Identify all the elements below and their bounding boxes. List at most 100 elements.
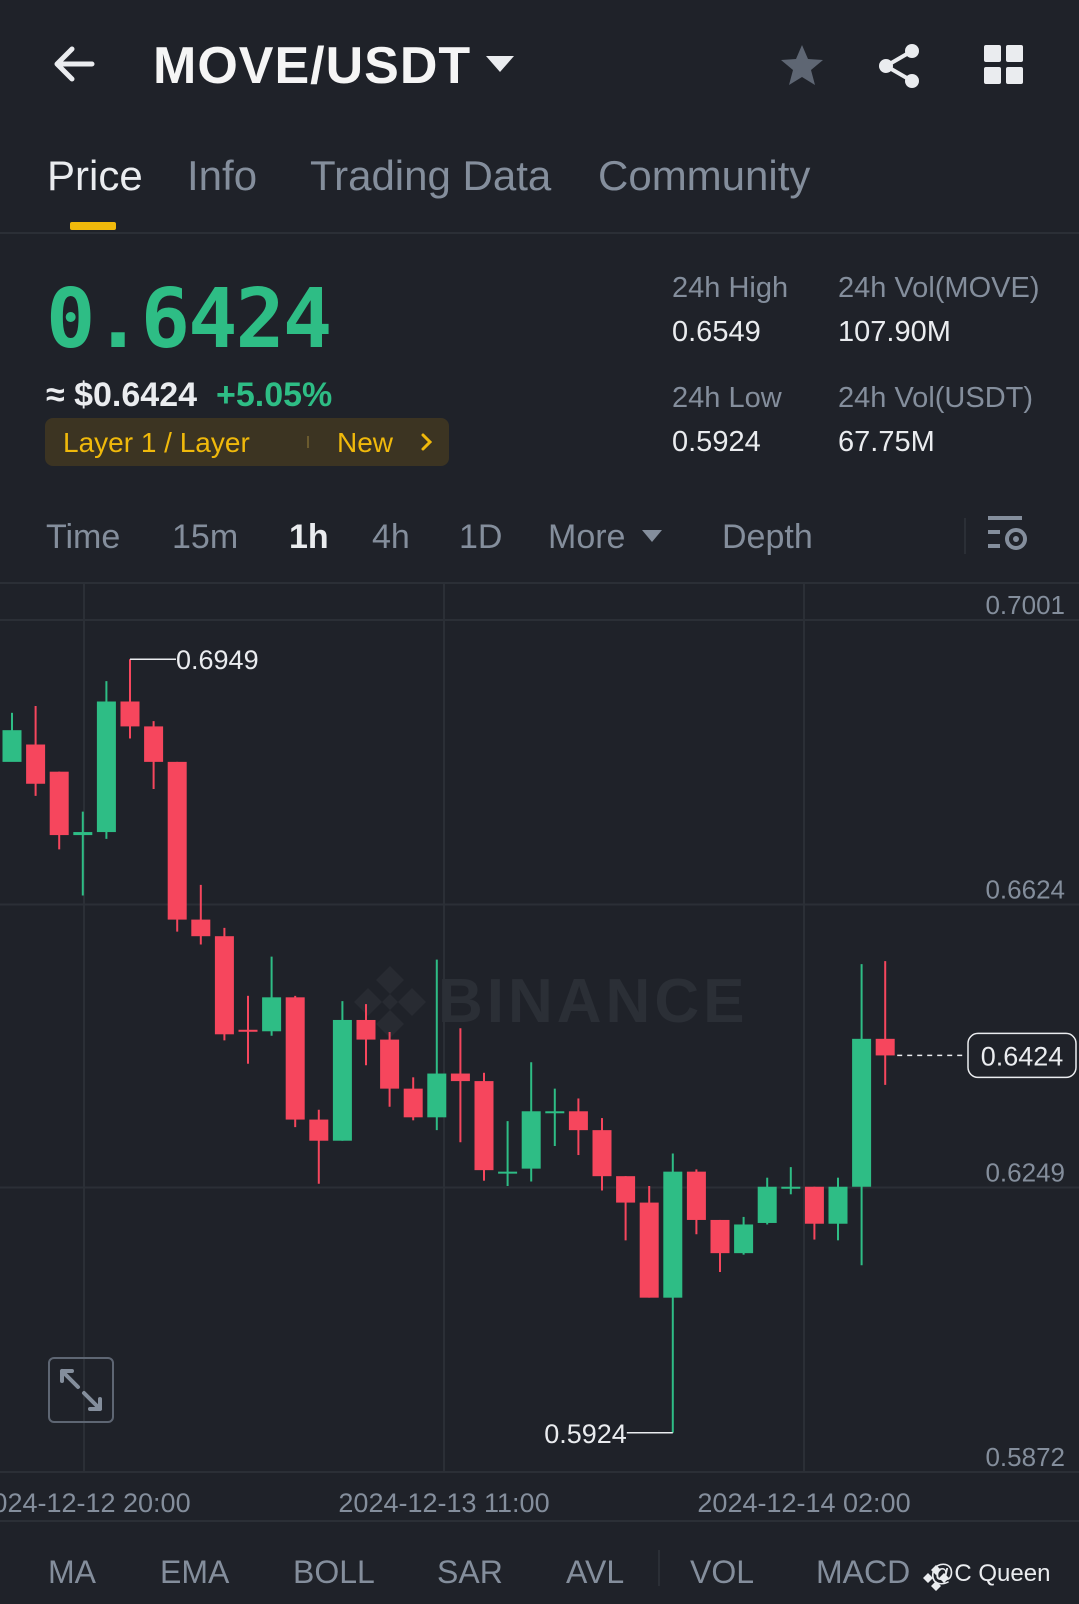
high-label: 24h High (672, 272, 789, 304)
last-price-label: 0.6424 (981, 1041, 1064, 1071)
x-tick-label: 2024-12-12 20:00 (0, 1488, 191, 1518)
tf-1d[interactable]: 1D (459, 518, 502, 557)
candle-body (309, 1119, 329, 1141)
divider (658, 1550, 660, 1586)
candle (781, 1167, 801, 1195)
candle (757, 1177, 777, 1225)
tab-price[interactable]: Price (47, 152, 143, 200)
grid-menu-icon[interactable] (983, 44, 1025, 86)
candle (828, 1177, 848, 1241)
candle (521, 1062, 541, 1182)
tf-more[interactable]: More (548, 518, 625, 557)
divider (0, 232, 1079, 234)
candle (238, 995, 258, 1064)
pair-title[interactable]: MOVE/USDT (153, 36, 471, 96)
indicator-boll[interactable]: BOLL (293, 1554, 375, 1591)
tag-separator (307, 436, 309, 448)
last-price: 0.6424 (46, 272, 332, 367)
candle-body (356, 1019, 376, 1040)
share-icon[interactable] (876, 42, 924, 90)
y-tick-label: 0.7001 (985, 590, 1065, 620)
candle-body (26, 744, 46, 784)
vol-move-label: 24h Vol(MOVE) (838, 272, 1040, 304)
tf-15m[interactable]: 15m (172, 518, 238, 557)
tf-4h[interactable]: 4h (372, 518, 410, 557)
tf-depth[interactable]: Depth (722, 518, 813, 557)
candle-body (734, 1224, 754, 1254)
indicator-macd[interactable]: MACD (816, 1554, 910, 1591)
chart-settings-icon[interactable] (986, 512, 1030, 556)
candle-body (498, 1171, 518, 1174)
candle-body (474, 1081, 494, 1171)
high-marker-label: 0.6949 (176, 645, 259, 675)
tf-time[interactable]: Time (46, 518, 120, 557)
candle-body (521, 1111, 541, 1169)
candle-body (120, 701, 140, 727)
tab-trading-data[interactable]: Trading Data (310, 152, 551, 200)
active-tab-indicator (70, 222, 116, 230)
y-tick-label: 0.6624 (985, 875, 1065, 905)
tag-new-label: New (337, 427, 394, 458)
candle (804, 1186, 824, 1240)
vol-usdt-label: 24h Vol(USDT) (838, 382, 1034, 414)
candle-body (710, 1219, 730, 1254)
high-value: 0.6549 (672, 316, 761, 348)
candle-body (262, 997, 282, 1032)
candle (214, 927, 234, 1041)
indicator-avl[interactable]: AVL (566, 1554, 624, 1591)
indicator-vol[interactable]: VOL (690, 1554, 754, 1591)
candle (450, 1028, 470, 1143)
candle-body (2, 730, 22, 762)
x-tick-label: 2024-12-14 02:00 (697, 1488, 910, 1518)
star-icon[interactable] (778, 42, 826, 90)
candlestick-chart[interactable]: BINANCE 0.7001 0.6624 0.6249 0.5872 2024-12-… (0, 584, 1079, 1534)
svg-text:BINANCE: BINANCE (438, 967, 748, 1036)
candle (852, 964, 872, 1266)
tf-1h[interactable]: 1h (289, 518, 329, 557)
candle (73, 811, 93, 896)
candle (191, 884, 211, 945)
candle-body (828, 1186, 848, 1224)
candle (332, 1001, 352, 1141)
low-value: 0.5924 (672, 426, 761, 458)
candle (639, 1185, 659, 1298)
fullscreen-icon[interactable] (48, 1357, 114, 1423)
candle-body (592, 1130, 612, 1177)
candle-body (380, 1039, 400, 1089)
category-tag[interactable]: Layer 1 / Layer New (45, 418, 449, 466)
tab-info[interactable]: Info (187, 152, 257, 200)
back-arrow-icon[interactable] (50, 40, 98, 88)
candle (380, 1032, 400, 1107)
candle (616, 1176, 636, 1241)
candle-body (167, 761, 187, 920)
candle (167, 761, 187, 932)
more-caret-icon[interactable] (642, 530, 662, 542)
candle-body (616, 1176, 636, 1203)
candle (875, 961, 895, 1085)
indicator-ma[interactable]: MA (48, 1554, 96, 1591)
candle-body (663, 1171, 683, 1298)
tab-community[interactable]: Community (598, 152, 810, 200)
candle-body (332, 1019, 352, 1141)
low-marker-label: 0.5924 (544, 1419, 627, 1449)
candle (568, 1098, 588, 1156)
candle-body (781, 1186, 801, 1189)
candle-body (49, 771, 69, 836)
candle (498, 1121, 518, 1186)
indicator-sar[interactable]: SAR (437, 1554, 503, 1591)
creator-watermark: @C Queen (930, 1560, 1051, 1587)
candle (710, 1219, 730, 1273)
candle (474, 1072, 494, 1181)
caret-down-icon[interactable] (486, 56, 514, 72)
x-tick-label: 2024-12-13 11:00 (338, 1488, 549, 1518)
indicator-ema[interactable]: EMA (160, 1554, 229, 1591)
usd-price: ≈ $0.6424 (46, 376, 198, 414)
candle (592, 1118, 612, 1191)
candle (356, 1004, 376, 1066)
candle (403, 1077, 423, 1121)
vol-move-value: 107.90M (838, 316, 951, 348)
y-tick-label: 0.5872 (985, 1442, 1065, 1472)
candle-body (639, 1202, 659, 1298)
candle-body (73, 832, 93, 836)
candle (285, 995, 305, 1128)
